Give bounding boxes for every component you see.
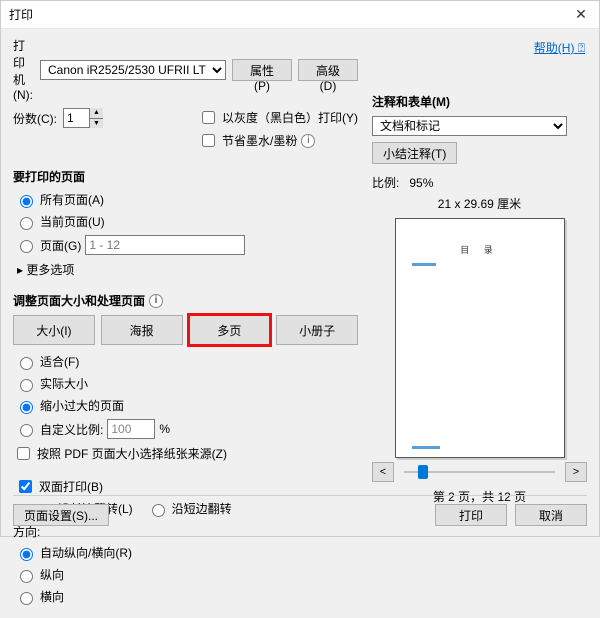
- grayscale-label: 以灰度（黑白色）打印(Y): [222, 109, 358, 126]
- comments-select[interactable]: 文档和标记: [372, 116, 567, 136]
- print-preview: 目 录: [395, 218, 565, 458]
- tab-size[interactable]: 大小(I): [13, 315, 95, 345]
- all-pages-label: 所有页面(A): [40, 191, 104, 208]
- custom-scale-label: 自定义比例:: [40, 421, 103, 438]
- page-range-input[interactable]: [85, 235, 245, 255]
- more-options-toggle[interactable]: ▸ 更多选项: [17, 261, 358, 278]
- tab-poster[interactable]: 海报: [101, 315, 183, 345]
- printer-label: 打印机(N):: [13, 37, 34, 102]
- advanced-button[interactable]: 高级(D): [298, 59, 358, 81]
- fit-label: 适合(F): [40, 353, 79, 370]
- ratio-label: 比例:: [372, 176, 399, 190]
- titlebar: 打印 ✕: [1, 1, 599, 29]
- info-icon[interactable]: i: [149, 294, 163, 308]
- grayscale-checkbox[interactable]: [202, 111, 215, 124]
- info-icon[interactable]: i: [301, 134, 315, 148]
- page-range-label: 页面(G): [40, 237, 81, 254]
- all-pages-radio[interactable]: [20, 195, 33, 208]
- custom-scale-radio[interactable]: [20, 424, 33, 437]
- preview-decor: [412, 446, 440, 449]
- printer-select[interactable]: Canon iR2525/2530 UFRII LT: [40, 60, 226, 80]
- orient-landscape-radio[interactable]: [20, 592, 33, 605]
- duplex-checkbox[interactable]: [19, 480, 32, 493]
- copies-spinner[interactable]: ▲▼: [89, 108, 103, 128]
- page-slider[interactable]: [400, 462, 559, 482]
- summarize-comments-button[interactable]: 小结注释(T): [372, 142, 457, 164]
- orient-auto-radio[interactable]: [20, 548, 33, 561]
- current-page-label: 当前页面(U): [40, 213, 105, 230]
- next-page-button[interactable]: >: [565, 462, 587, 482]
- preview-decor: [412, 263, 436, 266]
- page-range-radio[interactable]: [20, 240, 33, 253]
- tab-booklet[interactable]: 小册子: [276, 315, 358, 345]
- orient-portrait-radio[interactable]: [20, 570, 33, 583]
- shrink-radio[interactable]: [20, 401, 33, 414]
- preview-dimensions: 21 x 29.69 厘米: [372, 195, 587, 212]
- pdf-paper-source-checkbox[interactable]: [17, 447, 30, 460]
- fit-radio[interactable]: [20, 357, 33, 370]
- help-icon: ⍰: [578, 41, 585, 55]
- orient-portrait-label: 纵向: [40, 566, 64, 583]
- percent-unit: %: [159, 422, 170, 436]
- print-button[interactable]: 打印: [435, 504, 507, 526]
- prev-page-button[interactable]: <: [372, 462, 394, 482]
- shrink-label: 缩小过大的页面: [40, 397, 124, 414]
- sizing-group: 调整页面大小和处理页面 i 大小(I) 海报 多页 小册子 适合(F) 实际大小: [13, 288, 358, 463]
- cancel-button[interactable]: 取消: [515, 504, 587, 526]
- custom-scale-input[interactable]: [107, 419, 155, 439]
- current-page-radio[interactable]: [20, 217, 33, 230]
- window-title: 打印: [9, 6, 571, 23]
- close-icon[interactable]: ✕: [571, 6, 591, 23]
- properties-button[interactable]: 属性(P): [232, 59, 292, 81]
- save-ink-label: 节省墨水/墨粉: [222, 132, 297, 149]
- copies-label: 份数(C):: [13, 110, 57, 127]
- chevron-right-icon: ▸: [17, 263, 23, 277]
- actual-label: 实际大小: [40, 375, 88, 392]
- tab-multi[interactable]: 多页: [189, 315, 271, 345]
- print-dialog: 打印 ✕ 帮助(H) ⍰ 打印机(N): Canon iR2525/2530 U…: [0, 0, 600, 537]
- dialog-footer: 页面设置(S)... 打印 取消: [13, 495, 587, 526]
- page-setup-button[interactable]: 页面设置(S)...: [13, 504, 109, 526]
- pdf-paper-source-label: 按照 PDF 页面大小选择纸张来源(Z): [37, 445, 227, 462]
- slider-thumb[interactable]: [418, 465, 428, 479]
- duplex-label: 双面打印(B): [39, 478, 103, 495]
- sizing-group-title: 调整页面大小和处理页面: [13, 292, 145, 309]
- preview-doc-header: 目 录: [460, 243, 499, 256]
- help-link[interactable]: 帮助(H) ⍰: [534, 39, 585, 56]
- pages-group-title: 要打印的页面: [13, 168, 358, 185]
- save-ink-checkbox[interactable]: [202, 134, 215, 147]
- orient-auto-label: 自动纵向/横向(R): [40, 544, 132, 561]
- comments-title: 注释和表单(M): [372, 93, 587, 110]
- actual-radio[interactable]: [20, 379, 33, 392]
- orient-landscape-label: 横向: [40, 588, 64, 605]
- pages-group: 要打印的页面 所有页面(A) 当前页面(U) 页面(G) ▸ 更多选项: [13, 164, 358, 278]
- ratio-value: 95%: [409, 176, 433, 190]
